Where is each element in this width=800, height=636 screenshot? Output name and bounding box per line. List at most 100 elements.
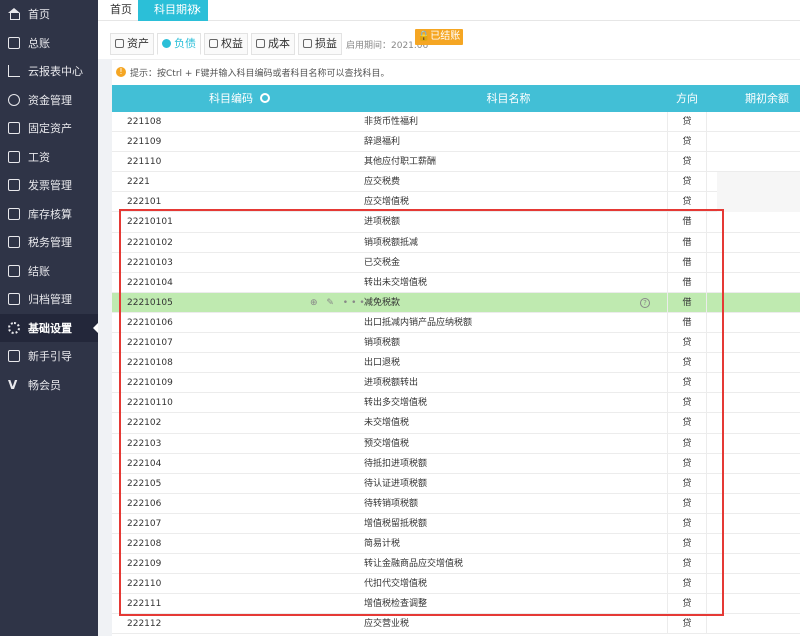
- table-row[interactable]: 2221 应交税费 贷: [112, 172, 800, 193]
- tip-text: 提示：按Ctrl + F键并输入科目编码或者科目名称可以查找科目。: [130, 69, 390, 79]
- table-row[interactable]: 222112 应交营业税 贷: [112, 614, 800, 635]
- table-row[interactable]: 221110 其他应付职工薪酬 贷: [112, 152, 800, 173]
- table-row[interactable]: 22210105 减免税款 借 ⊕ ✎ •••?: [112, 292, 800, 313]
- cell-opening-balance[interactable]: [717, 514, 800, 534]
- cell-direction: 贷: [667, 473, 707, 494]
- table-row[interactable]: 222104 待抵扣进项税额 贷: [112, 453, 800, 474]
- category-tab-asset[interactable]: 资产: [110, 33, 154, 55]
- vip-icon: V: [8, 377, 18, 392]
- invoice-icon: [8, 179, 20, 192]
- table-row[interactable]: 221109 辞退福利 贷: [112, 132, 800, 153]
- cell-opening-balance[interactable]: [717, 172, 800, 193]
- table-row[interactable]: 222111 增值税检查调整 贷: [112, 594, 800, 615]
- cell-opening-balance[interactable]: [717, 614, 800, 634]
- table-row[interactable]: 22210102 销项税额抵减 借: [112, 232, 800, 253]
- sidebar-item-4[interactable]: 固定资产: [0, 114, 98, 143]
- table-row[interactable]: 222101 应交增值税 贷: [112, 192, 800, 213]
- sidebar-item-0[interactable]: 首页: [0, 0, 98, 29]
- gear-icon[interactable]: [260, 93, 270, 103]
- sidebar-item-label: 新手引导: [28, 350, 72, 364]
- cell-opening-balance[interactable]: [717, 212, 800, 232]
- cell-opening-balance[interactable]: [717, 554, 800, 574]
- cell-subject-code: 22210103: [127, 257, 173, 268]
- cell-direction: 贷: [667, 132, 707, 153]
- sidebar-item-10[interactable]: 归档管理: [0, 285, 98, 314]
- sidebar-item-11[interactable]: 基础设置: [0, 313, 98, 342]
- sidebar-item-2[interactable]: 云报表中心: [0, 57, 98, 86]
- cell-opening-balance[interactable]: [717, 353, 800, 373]
- row-actions[interactable]: ⊕ ✎ •••: [310, 298, 368, 308]
- cell-opening-balance[interactable]: [717, 413, 800, 433]
- table-row[interactable]: 222106 待转销项税额 贷: [112, 493, 800, 514]
- table-row[interactable]: 222107 增值税留抵税额 贷: [112, 513, 800, 534]
- cell-opening-balance[interactable]: [717, 313, 800, 333]
- cell-opening-balance[interactable]: [717, 192, 800, 213]
- cell-direction: 贷: [667, 533, 707, 554]
- cell-direction: 贷: [667, 393, 707, 414]
- cell-opening-balance[interactable]: [717, 373, 800, 393]
- table-row[interactable]: 22210107 销项税额 贷: [112, 333, 800, 354]
- sidebar-item-label: 云报表中心: [28, 65, 83, 79]
- tab-home[interactable]: 首页: [110, 0, 132, 21]
- table-row[interactable]: 222105 待认证进项税额 贷: [112, 473, 800, 494]
- sidebar-item-label: 发票管理: [28, 179, 72, 193]
- asset-icon: [8, 122, 20, 135]
- cell-subject-code: 22210106: [127, 317, 173, 328]
- cell-opening-balance[interactable]: [717, 333, 800, 353]
- sidebar-item-9[interactable]: 结账: [0, 257, 98, 286]
- table-row[interactable]: 22210110 转出多交增值税 贷: [112, 393, 800, 414]
- sidebar-item-label: 归档管理: [28, 293, 72, 307]
- table-row[interactable]: 22210103 已交税金 借: [112, 252, 800, 273]
- cell-opening-balance[interactable]: [717, 534, 800, 554]
- header-opening-balance: 期初余额: [745, 92, 789, 105]
- cell-opening-balance[interactable]: [717, 132, 800, 152]
- cell-subject-name: 进项税额转出: [364, 378, 419, 389]
- sidebar-item-13[interactable]: V 畅会员: [0, 371, 98, 400]
- cell-subject-name: 进项税额: [364, 217, 401, 228]
- cell-opening-balance[interactable]: [717, 454, 800, 474]
- sidebar-item-1[interactable]: 总账: [0, 29, 98, 58]
- cell-opening-balance[interactable]: [717, 474, 800, 494]
- cell-opening-balance[interactable]: [717, 393, 800, 413]
- gear-icon: [8, 321, 20, 334]
- table-row[interactable]: 222109 转让金融商品应交增值税 贷: [112, 554, 800, 575]
- table-row[interactable]: 222110 代扣代交增值税 贷: [112, 574, 800, 595]
- sidebar-item-12[interactable]: 新手引导: [0, 342, 98, 371]
- cell-opening-balance[interactable]: [717, 594, 800, 614]
- cell-opening-balance[interactable]: [717, 574, 800, 594]
- sidebar-item-8[interactable]: 税务管理: [0, 228, 98, 257]
- category-tab-cost[interactable]: 成本: [251, 33, 295, 55]
- cell-opening-balance[interactable]: [717, 494, 800, 514]
- close-icon[interactable]: ×: [193, 0, 202, 19]
- sidebar-item-5[interactable]: 工资: [0, 143, 98, 172]
- cell-opening-balance[interactable]: [717, 253, 800, 273]
- cell-subject-code: 222105: [127, 478, 162, 489]
- cell-subject-code: 221108: [127, 117, 162, 127]
- cell-direction: 借: [667, 292, 707, 313]
- cell-opening-balance[interactable]: [717, 273, 800, 293]
- cell-opening-balance[interactable]: [717, 293, 800, 313]
- table-row[interactable]: 22210106 出口抵减内销产品应纳税额 借: [112, 312, 800, 334]
- sidebar-item-6[interactable]: 发票管理: [0, 171, 98, 200]
- cell-opening-balance[interactable]: [717, 112, 800, 132]
- cell-opening-balance[interactable]: [717, 434, 800, 454]
- table-row[interactable]: 221108 非货币性福利 贷: [112, 112, 800, 133]
- table-row[interactable]: 22210108 出口退税 贷: [112, 353, 800, 374]
- category-tab-equity[interactable]: 权益: [204, 33, 248, 55]
- help-icon[interactable]: ?: [640, 297, 650, 308]
- table-row[interactable]: 22210104 转出未交增值税 借: [112, 272, 800, 293]
- table-row[interactable]: 222108 简易计税 贷: [112, 533, 800, 555]
- category-tab-profit-loss[interactable]: 损益: [298, 33, 342, 55]
- sidebar-item-3[interactable]: 资金管理: [0, 86, 98, 115]
- category-tab-liability[interactable]: 负债: [157, 33, 201, 55]
- cell-opening-balance[interactable]: [717, 152, 800, 172]
- tab-subject-opening[interactable]: 科目期初 ×: [138, 0, 208, 21]
- cell-opening-balance[interactable]: [717, 233, 800, 253]
- table-row[interactable]: 22210109 进项税额转出 贷: [112, 373, 800, 394]
- table-row[interactable]: 222102 未交增值税 贷: [112, 413, 800, 434]
- sidebar-item-7[interactable]: 库存核算: [0, 200, 98, 229]
- cell-subject-name: 已交税金: [364, 257, 401, 268]
- table-row[interactable]: 222103 预交增值税 贷: [112, 433, 800, 454]
- sidebar-item-label: 首页: [28, 8, 50, 22]
- table-row[interactable]: 22210101 进项税额 借: [112, 212, 800, 233]
